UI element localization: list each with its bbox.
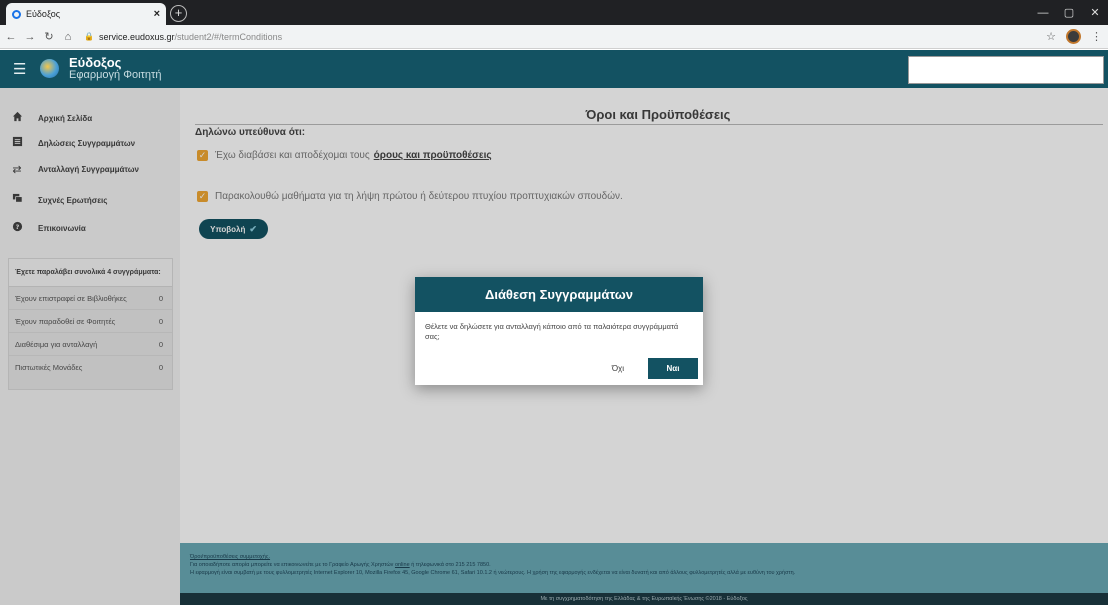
app-header: ☰ Εύδοξος Εφαρμογή Φοιτητή	[0, 50, 1108, 88]
address-bar: ← → ↻ ⌂ 🔒 service.eudoxus.gr/student2/#/…	[0, 25, 1108, 49]
app-title: Εύδοξος	[69, 55, 122, 70]
bookmark-star-icon[interactable]: ☆	[1046, 30, 1056, 43]
browser-menu-icon[interactable]: ⋮	[1091, 30, 1102, 43]
no-button[interactable]: Όχι	[602, 360, 634, 377]
textbook-availability-dialog: Διάθεση Συγγραμμάτων Θέλετε να δηλώσετε …	[415, 277, 703, 385]
tab-close-icon[interactable]: ×	[154, 8, 160, 20]
tab-title: Εύδοξος	[26, 9, 61, 19]
site-favicon-icon	[12, 9, 21, 19]
profile-avatar[interactable]	[1066, 29, 1081, 44]
dialog-message: Θέλετε να δηλώσετε για ανταλλαγή κάποιο …	[425, 322, 679, 341]
new-tab-icon[interactable]: +	[170, 5, 187, 22]
url-field[interactable]: 🔒 service.eudoxus.gr/student2/#/termCond…	[84, 32, 282, 42]
dialog-actions: Όχι Ναι	[602, 358, 698, 379]
reload-icon[interactable]: ↻	[41, 30, 57, 43]
url-host: service.eudoxus.gr	[98, 31, 175, 42]
back-icon[interactable]: ←	[3, 31, 19, 43]
url-path: /student2/#/termConditions	[174, 31, 283, 42]
address-bar-actions: ☆ ⋮	[1046, 29, 1102, 44]
dialog-title: Διάθεση Συγγραμμάτων	[415, 277, 703, 312]
window-controls: — ▢ ✕	[1030, 0, 1108, 25]
yes-button[interactable]: Ναι	[648, 358, 698, 379]
home-browser-icon[interactable]: ⌂	[60, 31, 76, 43]
eudoxus-logo-icon	[40, 59, 59, 78]
maximize-icon[interactable]: ▢	[1056, 0, 1082, 25]
minimize-icon[interactable]: —	[1030, 0, 1056, 25]
forward-icon[interactable]: →	[22, 31, 38, 43]
close-window-icon[interactable]: ✕	[1082, 0, 1108, 25]
browser-tab[interactable]: Εύδοξος ×	[6, 3, 166, 25]
header-user-box	[908, 56, 1104, 84]
menu-icon[interactable]: ☰	[13, 60, 26, 78]
app-subtitle: Εφαρμογή Φοιτητή	[69, 69, 162, 81]
browser-tab-bar: Εύδοξος × + — ▢ ✕	[0, 0, 1108, 25]
lock-icon: 🔒	[84, 32, 94, 41]
